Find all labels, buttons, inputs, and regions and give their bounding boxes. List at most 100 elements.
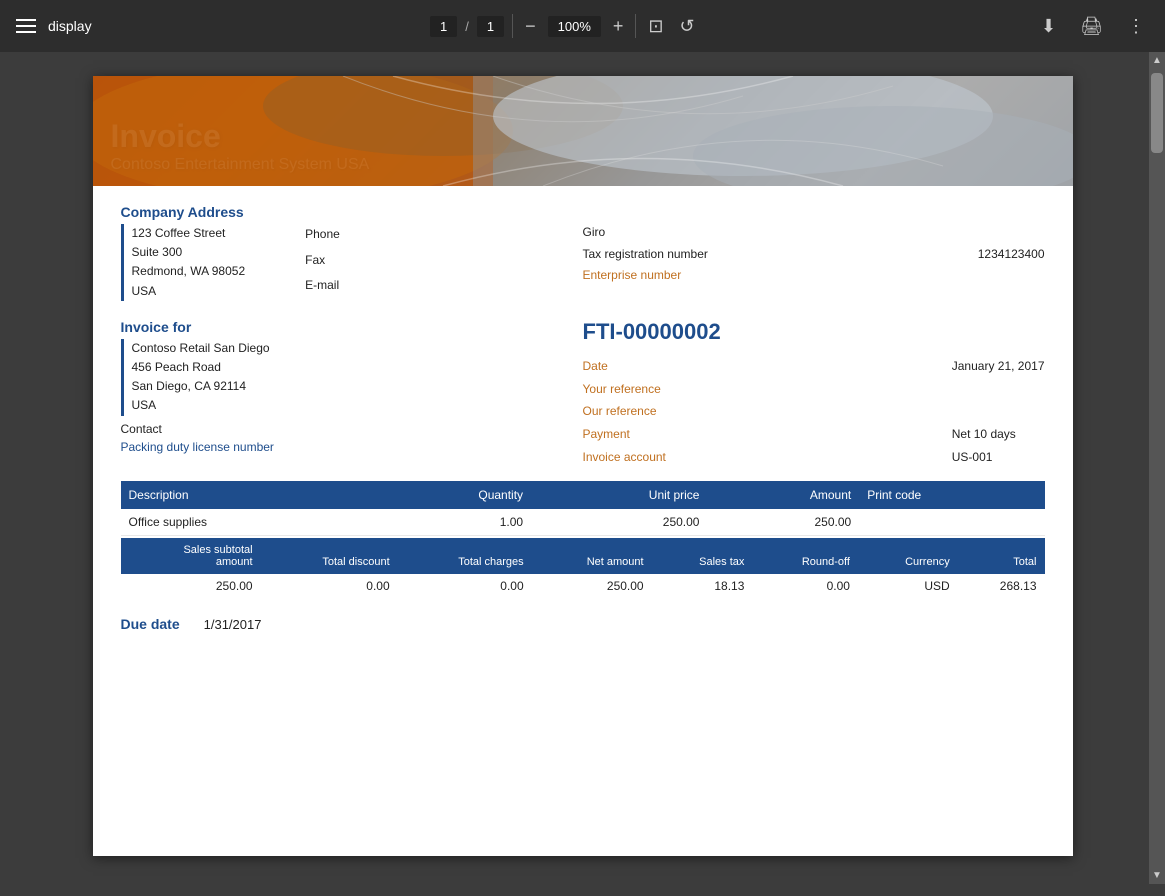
col-amount: Amount [707, 481, 859, 509]
for-addr-line3: San Diego, CA 92114 [132, 377, 270, 396]
sum-total-value: 268.13 [958, 574, 1045, 598]
scrollbar[interactable]: ▲ ▼ [1149, 52, 1165, 884]
company-section-label: Company Address [121, 204, 583, 220]
invoice-banner: Invoice Contoso Entertainment System USA [93, 76, 1073, 186]
toolbar-center: 1 / 1 − 100% + ⊡ ↺ [104, 12, 1025, 41]
line-items-table: Description Quantity Unit price Amount P… [121, 481, 1045, 536]
zoom-in-button[interactable]: + [609, 12, 628, 41]
sum-col-total: Total [958, 538, 1045, 574]
due-date-value: 1/31/2017 [204, 617, 262, 632]
divider-2 [635, 14, 636, 38]
col-unit-price: Unit price [531, 481, 707, 509]
rotate-button[interactable]: ↺ [676, 12, 699, 41]
invoice-detail-grid: Date January 21, 2017 Your reference Our… [583, 355, 1045, 469]
for-addr-line4: USA [132, 396, 270, 415]
zoom-level: 100% [548, 16, 601, 37]
date-label: Date [583, 355, 928, 378]
company-contact-grid: Phone Fax E-mail [305, 224, 385, 301]
summary-table: Sales subtotalamount Total discount Tota… [121, 538, 1045, 598]
toolbar-left: display [16, 18, 92, 34]
download-button[interactable]: ⬇ [1037, 12, 1060, 41]
item-unit-price: 250.00 [531, 509, 707, 536]
address-bar [121, 224, 124, 301]
toolbar-right: ⬇ 🖨 ⋮ [1037, 12, 1149, 41]
for-addr-line1: Contoso Retail San Diego [132, 339, 270, 358]
sum-col-currency: Currency [858, 538, 958, 574]
email-label: E-mail [305, 275, 385, 301]
sum-col-net: Net amount [532, 538, 652, 574]
invoice-account-label: Invoice account [583, 446, 928, 469]
print-button[interactable]: 🖨 [1076, 12, 1107, 41]
for-addr-line2: 456 Peach Road [132, 358, 270, 377]
sum-currency-value: USD [858, 574, 958, 598]
company-address-block: Company Address 123 Coffee Street Suite … [121, 204, 583, 301]
item-amount: 250.00 [707, 509, 859, 536]
sum-col-charges: Total charges [398, 538, 532, 574]
fax-label: Fax [305, 250, 385, 276]
invoice-details-right: FTI-00000002 Date January 21, 2017 Your … [583, 319, 1045, 469]
toolbar-title: display [48, 18, 92, 34]
line-items-body: Office supplies 1.00 250.00 250.00 [121, 509, 1045, 536]
tax-reg-value: 1234123400 [978, 244, 1045, 266]
our-ref-label: Our reference [583, 400, 928, 423]
packing-label: Packing duty license number [121, 440, 274, 454]
packing-row: Packing duty license number [121, 440, 583, 454]
company-address: 123 Coffee Street Suite 300 Redmond, WA … [121, 224, 583, 301]
date-value: January 21, 2017 [952, 355, 1045, 378]
our-ref-value [952, 400, 1045, 423]
giro-label: Giro [583, 222, 954, 244]
invoice-document: Invoice Contoso Entertainment System USA… [93, 76, 1073, 856]
your-ref-label: Your reference [583, 378, 928, 401]
more-button[interactable]: ⋮ [1123, 12, 1149, 41]
invoice-for-text: Contoso Retail San Diego 456 Peach Road … [132, 339, 270, 416]
col-print-code: Print code [859, 481, 1044, 509]
invoice-for-label: Invoice for [121, 319, 583, 335]
summary-body: 250.00 0.00 0.00 250.00 18.13 0.00 USD 2… [121, 574, 1045, 598]
hamburger-button[interactable] [16, 19, 36, 33]
col-quantity: Quantity [370, 481, 531, 509]
contact-label: Contact [121, 422, 162, 436]
phone-label: Phone [305, 224, 385, 250]
company-addr-line2: Suite 300 [132, 243, 246, 262]
page-current: 1 [430, 16, 457, 37]
item-quantity: 1.00 [370, 509, 531, 536]
summary-row: 250.00 0.00 0.00 250.00 18.13 0.00 USD 2… [121, 574, 1045, 598]
line-items-header: Description Quantity Unit price Amount P… [121, 481, 1045, 509]
sum-col-subtotal: Sales subtotalamount [121, 538, 261, 574]
tax-reg-label: Tax registration number [583, 244, 954, 266]
due-date-section: Due date 1/31/2017 [121, 616, 1045, 632]
your-ref-value [952, 378, 1045, 401]
sum-charges-value: 0.00 [398, 574, 532, 598]
scroll-down-arrow[interactable]: ▼ [1149, 867, 1165, 884]
giro-value [978, 222, 1045, 244]
page-area: ▲ ▼ Invo [0, 52, 1165, 896]
company-name-banner: Contoso Entertainment System USA [111, 156, 1055, 174]
invoice-for-address: Contoso Retail San Diego 456 Peach Road … [121, 339, 583, 416]
toolbar: display 1 / 1 − 100% + ⊡ ↺ ⬇ 🖨 ⋮ [0, 0, 1165, 52]
invoice-number: FTI-00000002 [583, 319, 1045, 345]
company-right-grid: Giro Tax registration number 1234123400 … [583, 222, 1045, 287]
payment-value: Net 10 days [952, 423, 1045, 446]
sum-tax-value: 18.13 [652, 574, 753, 598]
zoom-out-button[interactable]: − [521, 12, 540, 41]
sum-roundoff-value: 0.00 [752, 574, 858, 598]
sum-col-roundoff: Round-off [752, 538, 858, 574]
company-addr-line4: USA [132, 282, 246, 301]
scroll-up-arrow[interactable]: ▲ [1149, 52, 1165, 69]
payment-label: Payment [583, 423, 928, 446]
invoice-account-value: US-001 [952, 446, 1045, 469]
enterprise-label: Enterprise number [583, 265, 954, 287]
company-addr-line3: Redmond, WA 98052 [132, 262, 246, 281]
table-row: Office supplies 1.00 250.00 250.00 [121, 509, 1045, 536]
divider-1 [512, 14, 513, 38]
col-description: Description [121, 481, 371, 509]
invoice-for-bar [121, 339, 124, 416]
invoice-title: Invoice [111, 119, 1055, 154]
due-date-label: Due date [121, 616, 180, 632]
fit-page-button[interactable]: ⊡ [644, 12, 667, 41]
sum-subtotal-value: 250.00 [121, 574, 261, 598]
page-total: 1 [477, 16, 504, 37]
scrollbar-thumb[interactable] [1151, 73, 1163, 153]
sum-discount-value: 0.00 [261, 574, 398, 598]
contact-row: Contact [121, 422, 583, 436]
